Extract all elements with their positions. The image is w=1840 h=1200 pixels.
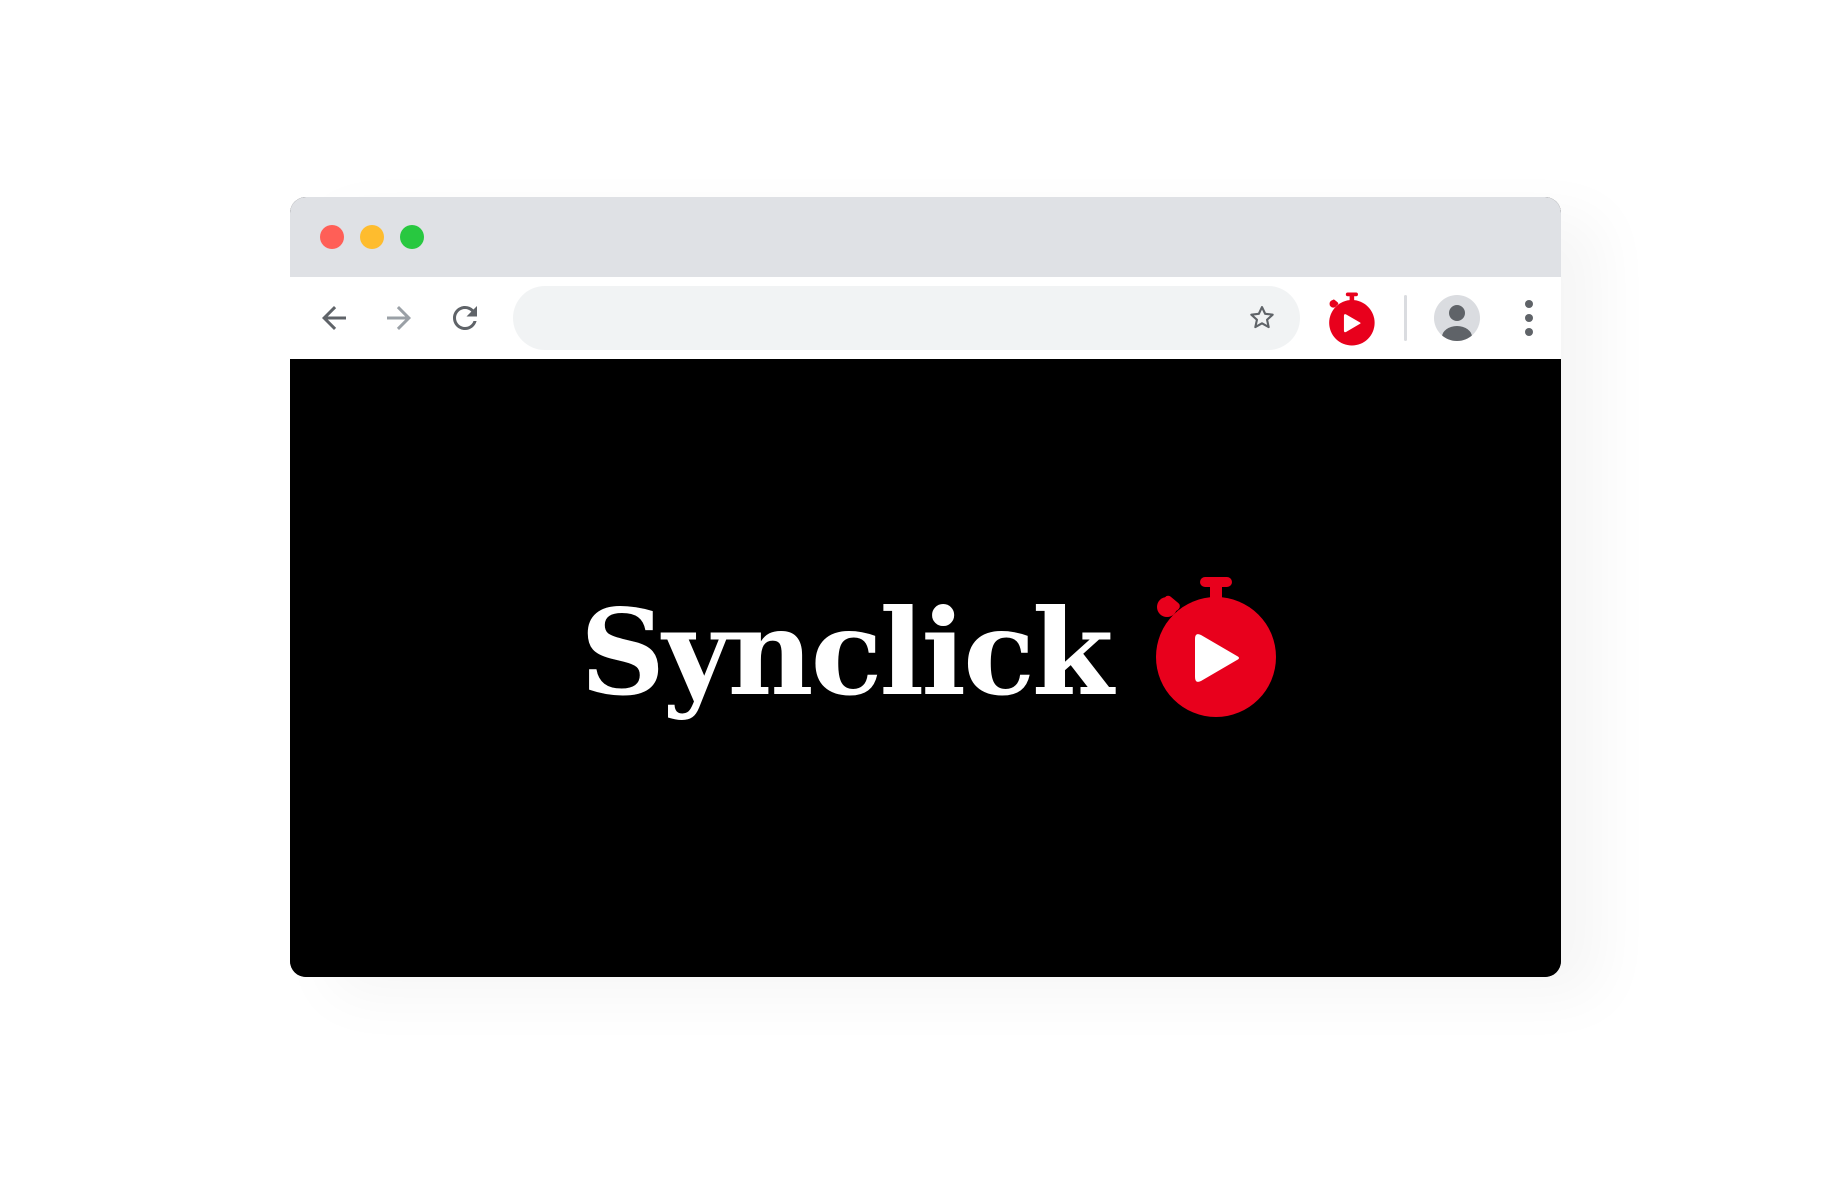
close-window-button[interactable] — [320, 225, 344, 249]
stopwatch-play-icon — [1156, 577, 1276, 717]
synclick-logo-text: Synclick — [580, 583, 1114, 722]
star-icon — [1250, 306, 1274, 329]
reload-icon — [453, 306, 477, 330]
title-bar — [290, 197, 1561, 277]
maximize-window-button[interactable] — [400, 225, 424, 249]
reload-button[interactable] — [443, 296, 487, 340]
profile-button[interactable] — [1433, 294, 1481, 342]
toolbar-divider — [1404, 295, 1407, 341]
browser-window: Synclick — [290, 197, 1561, 977]
browser-toolbar — [290, 277, 1561, 359]
back-button[interactable] — [312, 296, 356, 340]
minimize-window-button[interactable] — [360, 225, 384, 249]
page-content: Synclick — [290, 359, 1561, 977]
kebab-menu-icon — [1525, 300, 1533, 336]
browser-menu-button[interactable] — [1507, 296, 1551, 340]
arrow-right-icon — [387, 306, 411, 330]
synclick-extension-button[interactable] — [1320, 289, 1380, 349]
bookmark-star-button[interactable] — [1242, 298, 1282, 338]
arrow-left-icon — [322, 306, 346, 330]
user-avatar-icon — [1434, 295, 1480, 341]
forward-button[interactable] — [377, 296, 421, 340]
address-bar[interactable] — [513, 286, 1300, 350]
synclick-stopwatch-play-icon — [1329, 292, 1375, 346]
